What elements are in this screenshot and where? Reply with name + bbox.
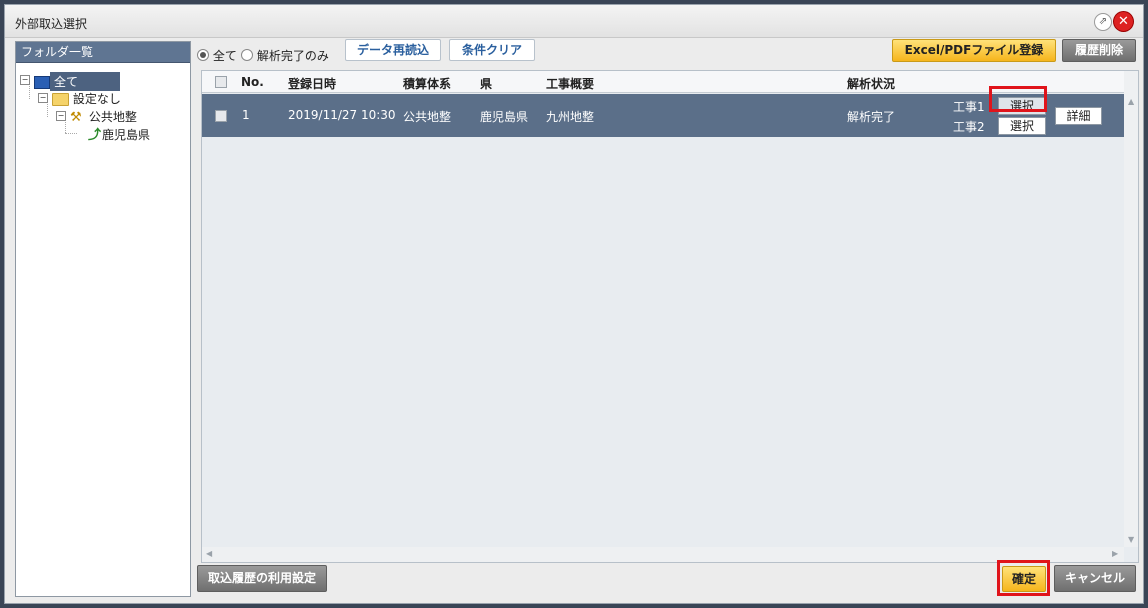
dialog-title: 外部取込選択 [15, 17, 88, 31]
collapse-icon[interactable]: − [56, 111, 66, 121]
row-no: 1 [242, 108, 250, 122]
road-icon: ⤴ [88, 128, 102, 143]
radio-unchecked-icon [241, 49, 253, 61]
tree-item-label: 公共地整 [88, 110, 137, 124]
work-2-label: 工事2 [953, 120, 985, 134]
row-system: 公共地整 [403, 110, 452, 124]
popout-icon[interactable]: ⇗ [1094, 13, 1112, 31]
row-status: 解析完了 [847, 110, 896, 124]
row-summary: 九州地整 [546, 110, 595, 124]
folder-panel: フォルダ一覧 − 全て − 設定なし − ⚒ 公共地整 ⤴鹿児島県 [15, 41, 191, 597]
confirm-button-highlight [997, 560, 1050, 596]
tree-item-kagoshima[interactable]: ⤴鹿児島県 [88, 126, 150, 143]
pickaxe-icon: ⚒ [70, 110, 82, 125]
filter-all-label: 全て [212, 49, 237, 63]
table-header: No. 登録日時 積算体系 県 工事概要 解析状況 [202, 71, 1124, 93]
tree-item-label: 鹿児島県 [102, 128, 151, 142]
import-table: No. 登録日時 積算体系 県 工事概要 解析状況 1 2019/11/27 1… [201, 70, 1139, 563]
tree-item-all[interactable]: − 全て [20, 72, 120, 91]
filter-complete-radio[interactable]: 解析完了のみ [241, 47, 329, 64]
folder-panel-header: フォルダ一覧 [16, 42, 190, 63]
folder-icon [52, 93, 69, 106]
collapse-icon[interactable]: − [38, 93, 48, 103]
radio-checked-icon [197, 49, 209, 61]
import-history-settings-button[interactable]: 取込履歴の利用設定 [197, 565, 327, 592]
tree-item-label: 設定なし [72, 92, 121, 106]
detail-button[interactable]: 詳細 [1055, 107, 1102, 125]
scroll-left-icon[interactable]: ◀ [206, 549, 212, 558]
cancel-button[interactable]: キャンセル [1054, 565, 1136, 592]
table-row[interactable]: 1 2019/11/27 10:30 公共地整 鹿児島県 九州地整 解析完了 工… [202, 94, 1124, 137]
work-2-select-button[interactable]: 選択 [998, 117, 1046, 135]
collapse-icon[interactable]: − [20, 75, 30, 85]
close-icon[interactable]: ✕ [1114, 12, 1133, 31]
column-header-status: 解析状況 [847, 77, 896, 91]
column-header-no: No. [241, 75, 264, 89]
column-header-system: 積算体系 [403, 77, 452, 91]
history-delete-button[interactable]: 履歴削除 [1062, 39, 1136, 62]
excel-pdf-register-button[interactable]: Excel/PDFファイル登録 [892, 39, 1056, 62]
row-checkbox[interactable] [215, 110, 227, 122]
select-button-highlight [989, 86, 1047, 112]
select-all-checkbox[interactable] [215, 76, 227, 88]
row-prefecture: 鹿児島県 [480, 110, 529, 124]
reload-button[interactable]: データ再読込 [345, 39, 441, 61]
work-1-label: 工事1 [953, 100, 985, 114]
external-import-dialog: 外部取込選択 ⇗ ✕ フォルダ一覧 − 全て − 設定なし − ⚒ 公共地整 ⤴… [4, 4, 1144, 604]
horizontal-scrollbar[interactable]: ◀ ▶ [202, 547, 1124, 562]
clear-filter-button[interactable]: 条件クリア [449, 39, 535, 61]
filter-all-radio[interactable]: 全て [197, 47, 237, 64]
tree-item-unset[interactable]: − 設定なし [38, 90, 121, 107]
filter-complete-label: 解析完了のみ [256, 49, 329, 63]
row-registered: 2019/11/27 10:30 [288, 108, 396, 122]
tree-item-label: 全て [50, 72, 120, 91]
monitor-icon [34, 76, 50, 89]
title-bar: 外部取込選択 ⇗ ✕ [5, 5, 1143, 38]
scroll-up-icon[interactable]: ▲ [1128, 97, 1134, 106]
column-header-summary: 工事概要 [546, 77, 595, 91]
vertical-scrollbar[interactable]: ▲ ▼ [1124, 71, 1138, 547]
scroll-down-icon[interactable]: ▼ [1128, 535, 1134, 544]
column-header-registered: 登録日時 [288, 77, 337, 91]
column-header-prefecture: 県 [480, 77, 493, 91]
scroll-right-icon[interactable]: ▶ [1112, 549, 1118, 558]
tree-item-public[interactable]: − ⚒ 公共地整 [56, 108, 137, 125]
